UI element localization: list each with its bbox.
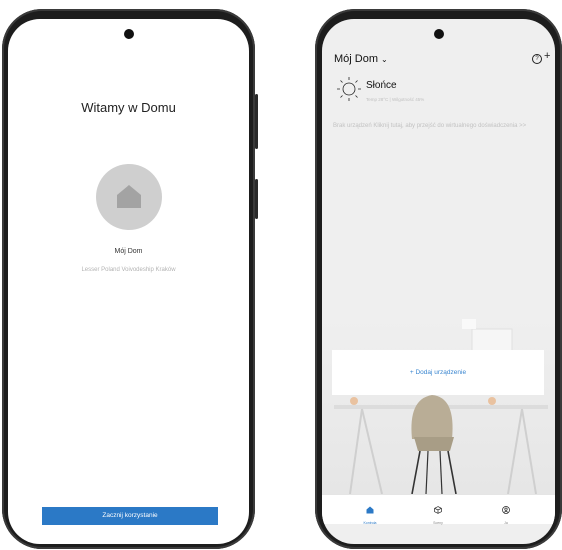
nav-item-me[interactable]: Ja — [486, 501, 526, 525]
no-devices-message[interactable]: Brak urządzeń Kliknij tutaj, aby przejść… — [333, 121, 548, 131]
front-camera — [433, 29, 444, 39]
nav-item-label: Kontrola — [363, 521, 377, 525]
home-name: Mój Dom — [114, 248, 143, 255]
phone-frame-welcome: Witamy w Domu Mój Dom Lesser Poland Voiv… — [2, 9, 258, 549]
welcome-title: Witamy w Domu — [81, 100, 176, 115]
power-button — [255, 179, 258, 219]
start-button[interactable]: Zacznij korzystanie — [42, 507, 218, 525]
home-selector[interactable]: Mój Dom ⌄ — [334, 53, 388, 65]
home-screen: Mój Dom ⌄ ? + Słońce Temp 28°C | Wilgotn… — [322, 19, 555, 544]
home-avatar[interactable] — [96, 164, 162, 230]
sun-icon — [337, 77, 361, 101]
home-selector-label: Mój Dom — [334, 53, 379, 65]
front-camera — [123, 29, 134, 39]
chevron-down-icon: ⌄ — [381, 55, 388, 64]
nav-item-label: Ja — [504, 521, 508, 525]
weather-title: Słońce — [366, 80, 397, 91]
cube-icon — [434, 506, 442, 514]
bottom-nav: Kontrola Sceny Ja — [322, 494, 555, 525]
home-icon — [366, 506, 374, 514]
volume-button — [255, 94, 258, 149]
room-illustration — [322, 319, 555, 494]
nav-item-control[interactable]: Kontrola — [350, 501, 390, 525]
add-device-button[interactable]: + Dodaj urządzenie — [332, 350, 544, 395]
weather-details: Temp 28°C | Wilgotność 45% — [366, 97, 425, 102]
welcome-screen: Witamy w Domu Mój Dom Lesser Poland Voiv… — [8, 19, 249, 544]
user-icon — [502, 506, 510, 514]
home-location: Lesser Poland Voivodeship Kraków — [81, 267, 176, 273]
help-icon[interactable]: ? — [532, 54, 542, 64]
nav-item-label: Sceny — [433, 521, 443, 525]
nav-item-scenes[interactable]: Sceny — [418, 501, 458, 525]
home-icon — [117, 185, 141, 208]
add-icon[interactable]: + — [544, 50, 550, 62]
phone-frame-home: Mój Dom ⌄ ? + Słońce Temp 28°C | Wilgotn… — [315, 9, 562, 549]
